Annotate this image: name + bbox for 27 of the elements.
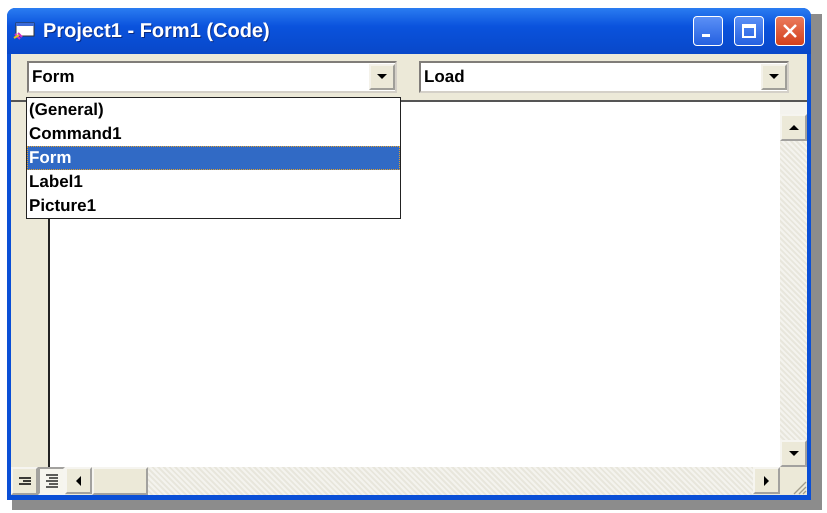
scroll-right-button[interactable] [753,467,780,494]
maximize-icon [741,23,757,39]
dropdown-option[interactable]: (General) [27,98,400,122]
procedure-dropdown[interactable]: Load [419,61,789,93]
dropdown-option[interactable]: Picture1 [27,194,400,218]
dropdown-option[interactable]: Form [27,146,400,170]
horizontal-scroll-thumb[interactable] [92,467,148,495]
module-view-icon [44,474,58,488]
object-dropdown[interactable]: Form [27,61,397,93]
procedure-view-button[interactable] [11,467,38,495]
scroll-down-button[interactable] [780,440,807,467]
scroll-left-button[interactable] [65,467,92,494]
dropdown-button[interactable] [369,64,395,90]
procedure-view-icon [18,476,32,486]
dropdown-option[interactable]: Command1 [27,122,400,146]
minimize-icon [702,34,710,36]
dropdown-button[interactable] [761,64,787,90]
window-title: Project1 - Form1 (Code) [43,20,271,42]
close-button[interactable] [775,16,805,46]
close-icon [782,23,798,39]
scroll-up-button[interactable] [780,114,807,141]
minimize-button[interactable] [693,16,723,46]
maximize-button[interactable] [734,16,764,46]
code-window-icon [13,22,35,40]
resize-grip-icon[interactable] [791,479,807,495]
module-view-button[interactable] [38,467,65,495]
dropdown-option[interactable]: Label1 [27,170,400,194]
